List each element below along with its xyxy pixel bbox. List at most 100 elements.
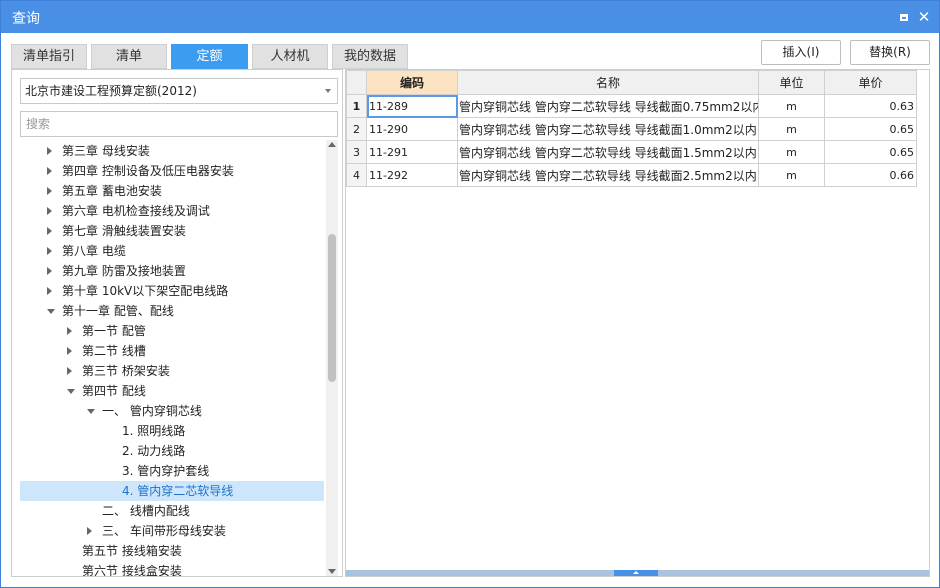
- scroll-up-icon[interactable]: [328, 142, 336, 147]
- tree-node[interactable]: 第五节 接线箱安装: [20, 541, 324, 561]
- collapse-arrow-icon[interactable]: [47, 247, 52, 255]
- dropdown-value: 北京市建设工程预算定额(2012): [25, 84, 197, 98]
- unit-cell[interactable]: m: [758, 94, 825, 118]
- tree-node[interactable]: 第七章 滑触线装置安装: [20, 221, 324, 241]
- close-button[interactable]: ✕: [916, 9, 932, 25]
- name-column-header[interactable]: 名称: [457, 70, 759, 95]
- tree-node[interactable]: 1. 照明线路: [20, 421, 324, 441]
- collapse-arrow-icon[interactable]: [67, 347, 72, 355]
- quota-tree-panel: 北京市建设工程预算定额(2012) 第三章 母线安装第四章 控制设备及低压电器安…: [11, 69, 343, 577]
- tree-node-label: 3. 管内穿护套线: [122, 464, 210, 478]
- expand-arrow-icon[interactable]: [67, 389, 75, 394]
- name-cell[interactable]: 管内穿铜芯线 管内穿二芯软导线 导线截面2.5mm2以内: [457, 163, 759, 187]
- expand-arrow-icon[interactable]: [87, 409, 95, 414]
- tab-bill-guide[interactable]: 清单指引: [11, 44, 87, 69]
- unit-cell[interactable]: m: [758, 140, 825, 164]
- collapse-arrow-icon[interactable]: [47, 147, 52, 155]
- tree-node-label: 4. 管内穿二芯软导线: [122, 484, 234, 498]
- price-column-header[interactable]: 单价: [824, 70, 917, 95]
- tree-scrollbar[interactable]: [326, 140, 338, 576]
- tree-node[interactable]: 第十章 10kV以下架空配电线路: [20, 281, 324, 301]
- tree-node-label: 第六节 接线盒安装: [82, 564, 182, 576]
- scroll-thumb[interactable]: [328, 234, 336, 382]
- tree-node-label: 第六章 电机检查接线及调试: [62, 204, 210, 218]
- tree-node[interactable]: 第九章 防雷及接地装置: [20, 261, 324, 281]
- tree-node[interactable]: 第三章 母线安装: [20, 141, 324, 161]
- table-row[interactable]: 1 11-289 管内穿铜芯线 管内穿二芯软导线 导线截面0.75mm2以内 m 0.6…: [346, 94, 917, 118]
- collapse-arrow-icon[interactable]: [67, 367, 72, 375]
- title-bar: 查询 ✕: [1, 1, 939, 33]
- expand-arrow-icon[interactable]: [47, 309, 55, 314]
- panel-splitter[interactable]: [346, 570, 929, 576]
- collapse-arrow-icon[interactable]: [47, 207, 52, 215]
- collapse-arrow-icon[interactable]: [87, 527, 92, 535]
- replace-button[interactable]: 替换(R): [850, 40, 930, 65]
- collapse-arrow-icon[interactable]: [67, 327, 72, 335]
- tab-my-data[interactable]: 我的数据: [332, 44, 408, 69]
- row-number-cell[interactable]: 3: [346, 140, 367, 164]
- price-cell[interactable]: 0.66: [824, 163, 917, 187]
- tree-node[interactable]: 3. 管内穿护套线: [20, 461, 324, 481]
- code-cell[interactable]: 11-291: [366, 140, 458, 164]
- tree-node[interactable]: 第六章 电机检查接线及调试: [20, 201, 324, 221]
- tree-node-label: 二、 线槽内配线: [102, 504, 190, 518]
- tree-node[interactable]: 第一节 配管: [20, 321, 324, 341]
- collapse-arrow-icon[interactable]: [47, 167, 52, 175]
- tree-node[interactable]: 2. 动力线路: [20, 441, 324, 461]
- maximize-button[interactable]: [896, 9, 912, 25]
- price-cell[interactable]: 0.65: [824, 140, 917, 164]
- price-cell[interactable]: 0.63: [824, 94, 917, 118]
- tree-node-label: 第三章 母线安装: [62, 144, 150, 158]
- query-window: 查询 ✕ 清单指引 清单 定额 人材机 我的数据 插入(I) 替换(R) 北京市…: [0, 0, 940, 588]
- quota-library-dropdown[interactable]: 北京市建设工程预算定额(2012): [20, 78, 338, 104]
- tree-node-label: 第五章 蓄电池安装: [62, 184, 162, 198]
- tree-node[interactable]: 第八章 电缆: [20, 241, 324, 261]
- table-row[interactable]: 3 11-291 管内穿铜芯线 管内穿二芯软导线 导线截面1.5mm2以内 m 0.65: [346, 140, 917, 164]
- row-number-cell[interactable]: 2: [346, 117, 367, 141]
- table-row[interactable]: 2 11-290 管内穿铜芯线 管内穿二芯软导线 导线截面1.0mm2以内 m 0.65: [346, 117, 917, 141]
- code-column-header[interactable]: 编码: [366, 70, 458, 95]
- tree-node[interactable]: 第三节 桥架安装: [20, 361, 324, 381]
- tree-node-label: 第七章 滑触线装置安装: [62, 224, 186, 238]
- tab-labor-material-machine[interactable]: 人材机: [252, 44, 328, 69]
- unit-cell[interactable]: m: [758, 163, 825, 187]
- collapse-arrow-icon[interactable]: [47, 187, 52, 195]
- row-number-cell[interactable]: 4: [346, 163, 367, 187]
- tree-node[interactable]: 第五章 蓄电池安装: [20, 181, 324, 201]
- splitter-grip[interactable]: [614, 570, 658, 576]
- tree-node-label: 第五节 接线箱安装: [82, 544, 182, 558]
- name-cell[interactable]: 管内穿铜芯线 管内穿二芯软导线 导线截面0.75mm2以内: [457, 94, 759, 118]
- tree-node[interactable]: 第二节 线槽: [20, 341, 324, 361]
- name-cell[interactable]: 管内穿铜芯线 管内穿二芯软导线 导线截面1.5mm2以内: [457, 140, 759, 164]
- collapse-arrow-icon[interactable]: [47, 227, 52, 235]
- tab-quota[interactable]: 定额: [171, 44, 248, 69]
- scroll-down-icon[interactable]: [328, 569, 336, 574]
- code-cell[interactable]: 11-289: [366, 94, 458, 118]
- tree-node[interactable]: 一、 管内穿铜芯线: [20, 401, 324, 421]
- table-row[interactable]: 4 11-292 管内穿铜芯线 管内穿二芯软导线 导线截面2.5mm2以内 m 0.66: [346, 163, 917, 187]
- row-number-cell[interactable]: 1: [346, 94, 367, 118]
- insert-button[interactable]: 插入(I): [761, 40, 841, 65]
- tree-node-label: 第四节 配线: [82, 384, 146, 398]
- tree-node[interactable]: 第十一章 配管、配线: [20, 301, 324, 321]
- code-cell[interactable]: 11-290: [366, 117, 458, 141]
- price-cell[interactable]: 0.65: [824, 117, 917, 141]
- tree-node-label: 2. 动力线路: [122, 444, 186, 458]
- tree-node-label: 第八章 电缆: [62, 244, 126, 258]
- name-cell[interactable]: 管内穿铜芯线 管内穿二芯软导线 导线截面1.0mm2以内: [457, 117, 759, 141]
- tree-node[interactable]: 第四节 配线: [20, 381, 324, 401]
- search-input[interactable]: [20, 111, 338, 137]
- tree-node[interactable]: 第四章 控制设备及低压电器安装: [20, 161, 324, 181]
- tree-node-label: 一、 管内穿铜芯线: [102, 404, 202, 418]
- collapse-arrow-icon[interactable]: [47, 287, 52, 295]
- collapse-arrow-icon[interactable]: [47, 267, 52, 275]
- unit-cell[interactable]: m: [758, 117, 825, 141]
- chevron-down-icon: [325, 89, 331, 93]
- tree-node[interactable]: 二、 线槽内配线: [20, 501, 324, 521]
- unit-column-header[interactable]: 单位: [758, 70, 825, 95]
- code-cell[interactable]: 11-292: [366, 163, 458, 187]
- tree-node[interactable]: 第六节 接线盒安装: [20, 561, 324, 576]
- tree-node[interactable]: 三、 车间带形母线安装: [20, 521, 324, 541]
- tree-node[interactable]: 4. 管内穿二芯软导线: [20, 481, 324, 501]
- tab-bill[interactable]: 清单: [91, 44, 167, 69]
